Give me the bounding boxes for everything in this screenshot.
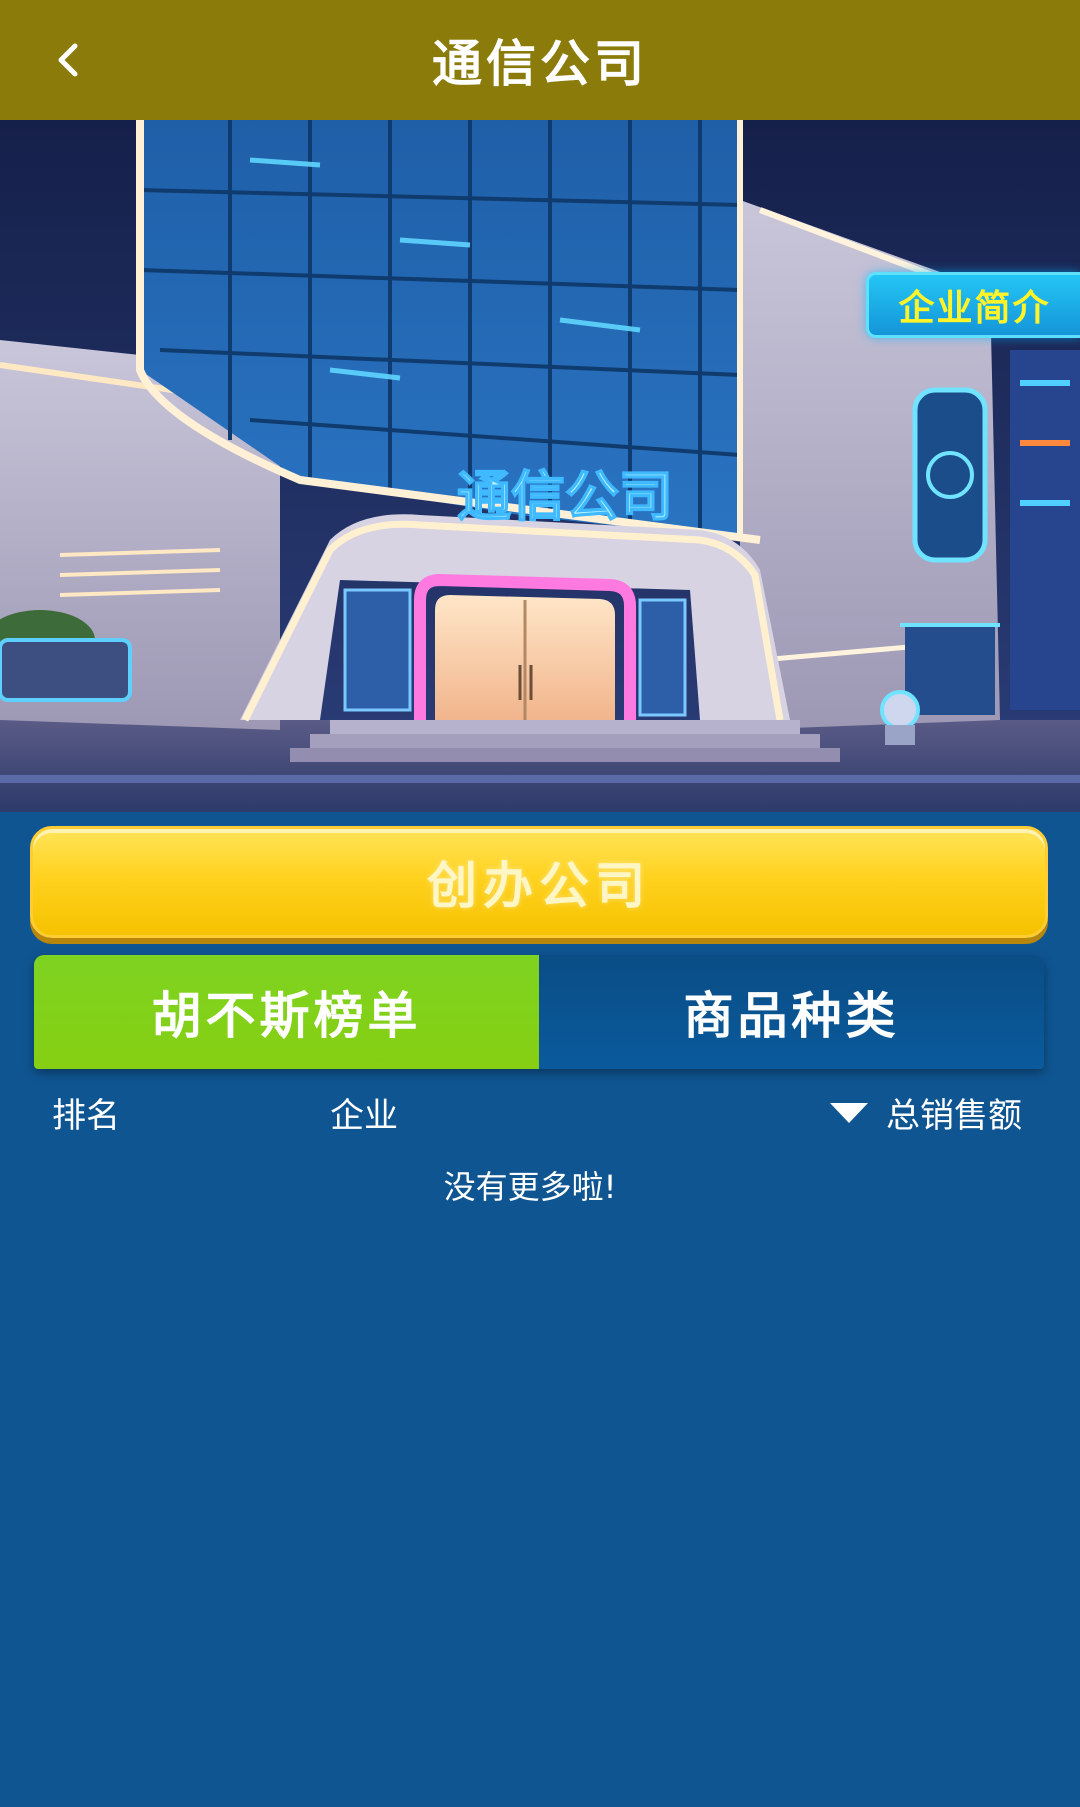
create-company-label: 创办公司 — [427, 857, 651, 915]
tab-product-categories[interactable]: 商品种类 — [539, 955, 1044, 1069]
company-intro-button[interactable]: 企业简介 — [866, 272, 1080, 338]
building-illustration: 通信公司 — [0, 120, 1080, 812]
svg-text:通信公司: 通信公司 — [457, 465, 673, 528]
sort-by-sales-button[interactable]: 总销售额 — [830, 1088, 1022, 1137]
ranking-tabs: 胡不斯榜单 商品种类 — [34, 955, 1044, 1069]
page-title: 通信公司 — [432, 35, 648, 93]
app-header: 通信公司 — [0, 0, 1080, 120]
tab-rankings[interactable]: 胡不斯榜单 — [34, 955, 539, 1069]
back-button[interactable] — [36, 28, 100, 92]
column-rank-header: 排名 — [52, 1096, 120, 1136]
ranking-table-header: 排名 企业 总销售额 — [0, 1080, 1080, 1140]
column-sales-header: 总销售额 — [886, 1096, 1022, 1136]
create-company-button[interactable]: 创办公司 — [30, 826, 1048, 938]
column-company-header: 企业 — [330, 1096, 398, 1136]
empty-list-message: 没有更多啦! — [443, 1168, 617, 1206]
caret-down-icon — [830, 1102, 868, 1123]
chevron-left-icon — [58, 43, 78, 77]
company-building-image: 通信公司 企业简介 — [0, 120, 1080, 812]
